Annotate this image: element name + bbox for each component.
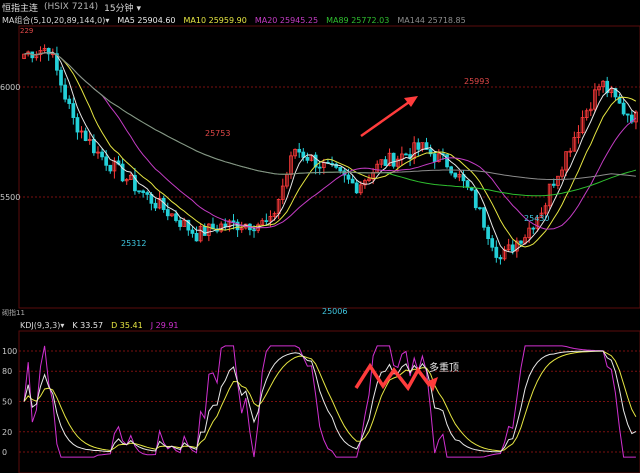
price-extreme-label: 25006 [322,307,347,316]
ma89-line [23,52,637,197]
indicator-panel-label[interactable]: 砌指11 [2,308,25,318]
chevron-down-icon: ▾ [105,15,110,25]
ma10-value: MA10 25959.90 [183,15,247,25]
candle-body [350,178,355,184]
kdj-group-label[interactable]: KDJ(9,3,3)▾ [20,321,64,330]
chart-canvas[interactable]: 6000 5500 229 25753 25993 25312 25006 25430 100 8… [0,0,640,473]
candle-body [531,227,536,230]
period-label: 15分钟 [104,3,134,14]
candle-body [108,164,113,172]
ma-group-label[interactable]: MA组合(5,10,20,89,144,0)▾ [2,15,109,26]
candle-body [145,192,150,195]
kdj-axis-label: 100 [2,347,17,356]
candle-body [190,229,195,234]
candle-body [317,166,322,169]
candle-body [498,257,503,260]
candle-body [383,159,388,166]
candle-body [478,207,482,210]
candle-body [453,172,458,178]
candle-body [165,209,170,217]
chevron-down-icon: ▾ [136,3,141,14]
kdj-axis-label: 80 [2,367,12,376]
candle-body [416,142,421,150]
candle-body [264,220,269,223]
candle-body [67,98,72,104]
candle-body [104,156,109,166]
candle-body [625,113,630,116]
candle-body [178,220,182,227]
candle-body [346,174,351,180]
price-axis-label: 5500 [0,193,20,202]
candle-body [75,117,80,133]
price-extreme-label: 25753 [205,129,230,138]
candle-body [473,189,478,209]
candle-body [231,220,236,223]
candle-body [137,190,141,193]
price-extreme-label: 25312 [121,239,146,248]
instrument-code: (HSIX 7214) [44,2,99,12]
period-selector[interactable]: 15分钟 ▾ [104,1,141,14]
candle-body [490,238,495,248]
ma20-value: MA20 25945.25 [254,15,319,25]
candle-body [338,166,343,172]
candle-body [432,153,437,162]
candle-body [194,233,199,242]
candle-body [153,202,158,209]
price-panel-frame [18,25,640,309]
candle-body [297,148,302,153]
candle-body [465,180,470,188]
candle-body [59,69,63,86]
kdj-k-value: K 33.57 [72,320,104,330]
candle-body [100,151,104,158]
kdj-axis-label: 50 [2,398,12,407]
ma5-value: MA5 25904.60 [117,15,176,25]
price-axis-label: 6000 [0,83,20,92]
ma-legend: MA组合(5,10,20,89,144,0)▾ MA5 25904.60 MA1… [0,14,640,26]
candle-body [486,226,490,240]
kdj-axis-label: 0 [2,448,7,457]
candle-body [445,154,449,168]
kdj-j-value: J 29.91 [150,320,179,330]
candle-body [494,246,499,258]
candle-body [354,182,359,194]
candle-body [551,183,556,186]
price-top-label: 229 [20,27,33,35]
candle-body [404,153,408,156]
candle-body [223,223,228,228]
candle-body [510,244,515,252]
candle-body [252,229,256,232]
candle-body [174,213,178,221]
candle-body [305,156,310,161]
candle-body [202,225,207,236]
candle-body [83,130,88,141]
ma144-value: MA144 25718.85 [397,15,466,25]
multiple-top-marker [354,362,432,392]
chevron-down-icon: ▾ [60,320,65,330]
candle-body [391,152,396,167]
candle-body [92,138,96,154]
ma89-value: MA89 25772.03 [326,15,390,25]
kdj-axis-label: 20 [2,428,12,437]
candle-body [71,103,76,118]
price-extreme-label: 25430 [524,214,549,223]
instrument-name[interactable]: 恒指主连 [0,1,38,14]
candle-body [63,84,67,100]
candle-body [519,240,523,244]
chart-title-bar: 恒指主连 (HSIX 7214) 15分钟 ▾ [0,0,640,14]
candle-body [621,102,626,115]
kdj-d-value: D 35.41 [111,320,143,330]
candle-body [141,190,145,193]
multiple-top-label: 多重顶 [429,361,459,374]
price-extreme-label: 25993 [464,77,489,86]
trend-arrow [360,98,413,138]
candle-body [482,207,486,228]
ma20-line [23,52,637,230]
kdj-legend: KDJ(9,3,3)▾ K 33.57 D 35.41 J 29.91 [0,319,640,331]
